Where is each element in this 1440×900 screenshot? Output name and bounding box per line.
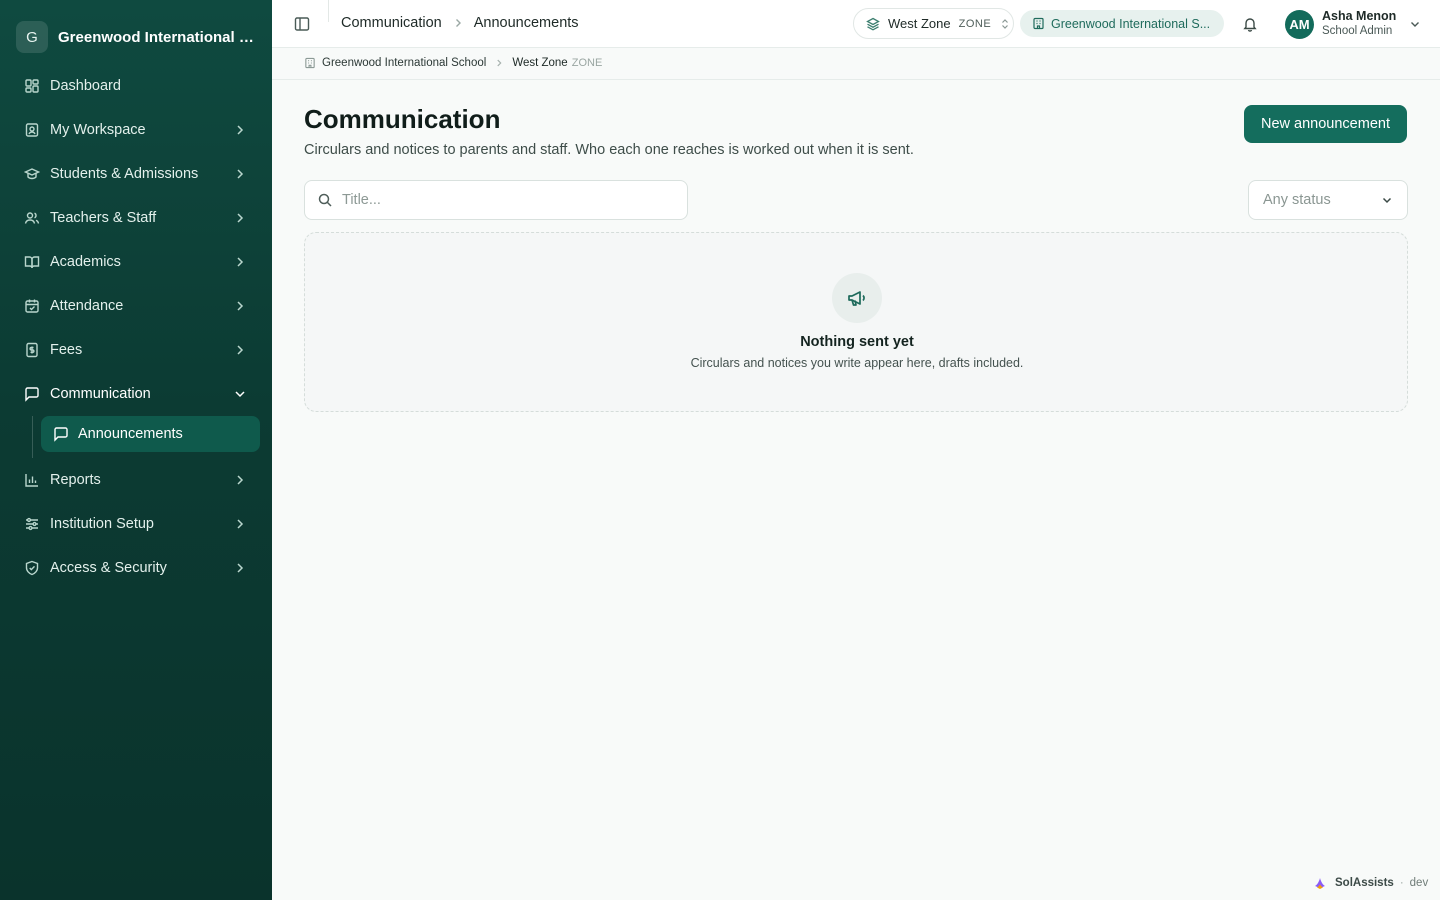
empty-state-subtitle: Circulars and notices you write appear h… — [690, 356, 1024, 370]
chevron-right-icon — [232, 254, 248, 270]
message-square-icon — [53, 426, 69, 442]
receipt-icon — [24, 342, 40, 358]
sidebar-item-my-workspace[interactable]: My Workspace — [12, 108, 260, 152]
chevron-right-icon — [232, 516, 248, 532]
footer-separator: · — [1399, 877, 1404, 889]
building-icon — [304, 57, 316, 69]
context-zone: West Zone — [512, 57, 568, 69]
chevrons-up-down-icon — [1000, 18, 1010, 30]
users-icon — [24, 210, 40, 226]
brand[interactable]: G Greenwood International Sc... — [16, 21, 258, 53]
breadcrumb: Communication Announcements — [341, 15, 579, 31]
sidebar-item-label: Institution Setup — [50, 516, 154, 532]
sidebar-item-teachers-staff[interactable]: Teachers & Staff — [12, 196, 260, 240]
user-info: Asha Menon School Admin — [1322, 9, 1396, 39]
chevron-down-icon — [232, 386, 248, 402]
sidebar-item-attendance[interactable]: Attendance — [12, 284, 260, 328]
graduation-cap-icon — [24, 166, 40, 182]
bell-icon[interactable] — [1240, 14, 1260, 34]
chevron-right-icon — [494, 58, 504, 68]
chevron-down-icon — [1381, 194, 1393, 206]
sidebar-item-students-admissions[interactable]: Students & Admissions — [12, 152, 260, 196]
sidebar-item-label: Fees — [50, 342, 83, 358]
sidebar-item-label: Students & Admissions — [50, 166, 199, 182]
breadcrumb-communication[interactable]: Communication — [341, 15, 442, 31]
chevron-right-icon — [452, 17, 464, 29]
sidebar-item-dashboard[interactable]: Dashboard — [12, 64, 260, 108]
empty-state: Nothing sent yet Circulars and notices y… — [304, 232, 1408, 412]
page-title: Communication — [304, 104, 501, 134]
sidebar-item-fees[interactable]: Fees — [12, 328, 260, 372]
layers-icon — [866, 17, 880, 31]
status-filter-select[interactable]: Any status — [1248, 180, 1408, 220]
empty-state-title: Nothing sent yet — [800, 334, 914, 350]
book-open-icon — [24, 254, 40, 270]
chevron-right-icon — [232, 560, 248, 576]
chevron-right-icon — [232, 342, 248, 358]
context-school[interactable]: Greenwood International School — [322, 57, 486, 69]
sliders-icon — [24, 516, 40, 532]
sidebar-item-access-security[interactable]: Access & Security — [12, 546, 260, 590]
building-icon — [1032, 17, 1045, 30]
zone-name: West Zone — [888, 16, 951, 31]
sidebar-item-label: Academics — [50, 254, 121, 270]
brand-name: Greenwood International Sc... — [58, 28, 258, 46]
chevron-right-icon — [232, 122, 248, 138]
sidebar-item-label: Communication — [50, 386, 151, 402]
footer-brand: SolAssists — [1335, 877, 1394, 889]
user-role: School Admin — [1322, 25, 1393, 37]
chevron-right-icon — [232, 210, 248, 226]
search-field — [304, 180, 688, 220]
sidebar-item-institution-setup[interactable]: Institution Setup — [12, 502, 260, 546]
sidebar-toggle-icon[interactable] — [292, 14, 312, 34]
chevron-right-icon — [232, 298, 248, 314]
sidebar-item-announcements[interactable]: Announcements — [41, 416, 260, 452]
chevron-down-icon — [1409, 18, 1421, 30]
sidebar-item-label: My Workspace — [50, 122, 146, 138]
sidebar-item-communication[interactable]: Communication — [12, 372, 260, 416]
sidebar-item-label: Access & Security — [50, 560, 167, 576]
sidebar-nav: Dashboard My Workspace Students & Admiss… — [12, 64, 260, 590]
user-menu[interactable]: AM Asha Menon School Admin — [1285, 9, 1421, 39]
message-square-icon — [24, 386, 40, 402]
zone-tag: ZONE — [958, 17, 992, 30]
sidebar-item-label: Reports — [50, 472, 101, 488]
school-switcher[interactable]: Greenwood International S... — [1020, 10, 1224, 37]
sidebar-item-label: Announcements — [78, 426, 183, 442]
subnav-divider — [32, 416, 33, 458]
new-announcement-button[interactable]: New announcement — [1244, 105, 1407, 143]
footer-env: dev — [1409, 877, 1429, 889]
sidebar-item-label: Teachers & Staff — [50, 210, 157, 226]
shield-check-icon — [24, 560, 40, 576]
brand-badge: G — [16, 21, 48, 53]
status-filter-value: Any status — [1263, 192, 1331, 208]
bar-chart-icon — [24, 472, 40, 488]
zone-switcher[interactable]: West Zone ZONE — [853, 8, 1014, 39]
breadcrumb-announcements: Announcements — [473, 15, 579, 31]
page-subtitle: Circulars and notices to parents and sta… — [304, 142, 914, 158]
footer: SolAssists · dev — [1313, 876, 1428, 890]
sidebar-item-academics[interactable]: Academics — [12, 240, 260, 284]
context-zone-tag: ZONE — [571, 57, 603, 69]
divider — [328, 0, 329, 22]
context-breadcrumb: Greenwood International School West Zone… — [272, 48, 1440, 80]
sidebar: G Greenwood International Sc... Dashboar… — [0, 0, 272, 900]
dashboard-icon — [24, 78, 40, 94]
calendar-check-icon — [24, 298, 40, 314]
chevron-right-icon — [232, 472, 248, 488]
megaphone-icon — [832, 273, 882, 323]
search-input[interactable] — [342, 192, 672, 208]
id-badge-icon — [24, 122, 40, 138]
topbar: Communication Announcements West Zone ZO… — [272, 0, 1440, 48]
solassists-logo-icon — [1313, 876, 1327, 890]
user-name: Asha Menon — [1322, 9, 1397, 23]
search-icon — [317, 192, 333, 208]
sidebar-item-reports[interactable]: Reports — [12, 458, 260, 502]
school-name: Greenwood International S... — [1051, 16, 1211, 31]
sidebar-item-label: Dashboard — [50, 78, 121, 94]
sidebar-item-label: Attendance — [50, 298, 124, 314]
sidebar-subnav: Announcements — [12, 416, 260, 458]
chevron-right-icon — [232, 166, 248, 182]
avatar: AM — [1285, 9, 1314, 39]
